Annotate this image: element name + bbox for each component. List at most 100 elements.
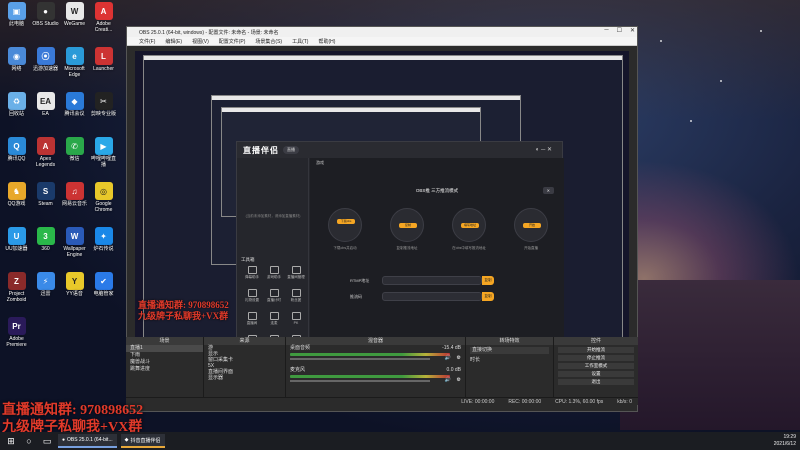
desktop-icon[interactable]: U UU加速器	[2, 227, 31, 252]
stream-field-input[interactable]	[382, 276, 482, 285]
desktop-icon[interactable]: ✦ 炉石传说	[89, 227, 118, 252]
speaker-icon[interactable]: 🔊	[445, 377, 451, 383]
desktop-icon[interactable]: ▶ 哔哩哔哩直播	[89, 137, 118, 168]
desktop-icon[interactable]: ● OBS Studio	[31, 2, 60, 27]
control-button[interactable]: 退出	[558, 379, 634, 385]
desktop-icon[interactable]: ♫ 网易云音乐	[60, 182, 89, 207]
menu-item[interactable]: 文件(F)	[139, 38, 155, 45]
speaker-icon[interactable]: 🔊	[445, 355, 451, 361]
mixer-channel-db: -15.4 dB	[442, 345, 461, 351]
maximize-icon[interactable]: ☐	[617, 27, 622, 34]
desktop-icon-label: WeGame	[63, 21, 86, 27]
desktop-icon[interactable]: ✂ 剪映专业版	[89, 92, 118, 117]
toolbox-item[interactable]: 游戏助手	[263, 266, 285, 280]
desktop-icon[interactable]: ◎ Google Chrome	[89, 182, 118, 213]
desktop-icon-label: Microsoft Edge	[64, 66, 85, 78]
desktop-icon[interactable]: W Wallpaper Engine	[60, 227, 89, 258]
desktop-icon-image: ♻	[7, 92, 26, 110]
desktop-icon[interactable]: EA EA	[31, 92, 60, 117]
volume-slider[interactable]	[290, 358, 430, 360]
volume-slider[interactable]	[290, 380, 430, 382]
source-item[interactable]: 显示器	[204, 375, 285, 381]
setup-step-button[interactable]: 下载obs	[337, 219, 355, 224]
desktop-icon[interactable]: ⚡ 迅雷	[31, 272, 60, 297]
transition-select[interactable]: 直接切换	[470, 347, 549, 354]
desktop-icon[interactable]: e Microsoft Edge	[60, 47, 89, 78]
taskbar-app-obs[interactable]: ● OBS 25.0.1 (64-bit...	[58, 434, 117, 448]
toolbox-item[interactable]: 直播间	[241, 312, 263, 326]
toolbox-item[interactable]: 直播间管理	[285, 266, 307, 280]
minimize-icon[interactable]: ─	[604, 27, 608, 34]
desktop-icon[interactable]: W WeGame	[60, 2, 89, 27]
toolbox-item[interactable]: 弹幕助手	[241, 266, 263, 280]
gear-icon[interactable]: ⚙	[457, 377, 461, 383]
desktop-icon-image: ◆	[65, 92, 84, 110]
scene-item[interactable]: 直播1	[126, 345, 203, 352]
obs-menubar: 文件(F) 编辑(E) 视图(V) 配置文件(P) 场景集合(S) 工具(T) 帮助(H)	[127, 37, 637, 46]
gear-icon[interactable]: ⚙	[457, 355, 461, 361]
start-windows-icon[interactable]: ⊞	[4, 434, 18, 448]
desktop-icon-image: ◎	[94, 182, 113, 200]
control-button[interactable]: 设置	[558, 371, 634, 377]
scene-item[interactable]: 魔兽战斗	[126, 359, 203, 366]
desktop-icon[interactable]: A Apex Legends	[31, 137, 60, 168]
desktop-icon[interactable]: ✆ 微信	[60, 137, 89, 162]
toolbox-item[interactable]: 礼物设置	[241, 289, 263, 303]
desktop-icon[interactable]: Y YY语音	[60, 272, 89, 297]
scene-item[interactable]: 跳舞进度	[126, 366, 203, 373]
desktop-icon-label: Wallpaper Engine	[63, 246, 86, 258]
desktop-icon[interactable]: ♞ QQ游戏	[2, 182, 31, 207]
desktop-icon[interactable]: Q 腾讯QQ	[2, 137, 31, 162]
avatar[interactable]: ◐	[536, 147, 540, 153]
close-icon[interactable]: ✕	[547, 147, 552, 153]
desktop-icon[interactable]: S Steam	[31, 182, 60, 207]
toolbox-item[interactable]: 连麦	[263, 312, 285, 326]
menu-item[interactable]: 视图(V)	[192, 38, 209, 45]
desktop-icon[interactable]: 3 360	[31, 227, 60, 252]
task-view-icon[interactable]: ▭	[40, 434, 54, 448]
stream-field-input[interactable]	[382, 292, 482, 301]
search-icon[interactable]: ○	[22, 434, 36, 448]
desktop-icon[interactable]: L Launcher	[89, 47, 118, 72]
desktop-icon[interactable]: ◉ 网络	[2, 47, 31, 72]
setup-step-button[interactable]: 复制	[399, 223, 417, 228]
obs-titlebar[interactable]: OBS 25.0.1 (64-bit, windows) - 配置文件: 未命名…	[127, 27, 637, 37]
desktop-icon[interactable]: A Adobe Creati...	[89, 2, 118, 33]
control-button[interactable]: 工作室模式	[558, 363, 634, 369]
desktop-icon[interactable]: ▣ 此电脑	[2, 2, 31, 27]
live-tab-game[interactable]: 游戏	[316, 160, 324, 166]
close-icon[interactable]: ✕	[630, 27, 635, 34]
system-tray[interactable]: 19:29 2021/6/12	[774, 434, 796, 448]
wallpaper-star	[720, 80, 722, 82]
desktop-icon-label: Adobe Creati...	[94, 21, 113, 33]
menu-item[interactable]: 帮助(H)	[318, 38, 335, 45]
copy-button[interactable]: 复制	[482, 292, 494, 301]
tool-label: 游戏助手	[267, 275, 281, 279]
desktop-icon[interactable]: ✔ 电脑管家	[89, 272, 118, 297]
desktop-icon[interactable]: Pr Adobe Premiere	[2, 317, 31, 348]
exit-mode-button[interactable]: ✕	[542, 187, 554, 194]
tool-label: 直播间	[246, 321, 258, 325]
toolbox-item[interactable]: PK	[285, 312, 307, 326]
scene-item[interactable]: 下雨	[126, 352, 203, 359]
desktop-icon[interactable]: ♻ 回收站	[2, 92, 31, 117]
desktop-icon[interactable]: ◆ 腾讯会议	[60, 92, 89, 117]
taskbar-app-live[interactable]: ◆ 抖音直播伴侣	[120, 434, 165, 448]
setup-step-button[interactable]: 填写地址	[461, 223, 479, 228]
mixer-dock: 混音器 桌面音频 -15.4 dB 🔊 ⚙ 麦克风 0.0 dB 🔊 ⚙	[286, 337, 466, 397]
toolbox-item[interactable]: 直播计时	[263, 289, 285, 303]
control-button[interactable]: 开始推流	[558, 347, 634, 353]
control-button[interactable]: 停止推流	[558, 355, 634, 361]
copy-button[interactable]: 复制	[482, 276, 494, 285]
menu-item[interactable]: 场景集合(S)	[255, 38, 282, 45]
setup-step-button[interactable]: 开始	[523, 223, 541, 228]
toolbox-item[interactable]: 粉丝团	[285, 289, 307, 303]
minimize-icon[interactable]: ─	[541, 147, 545, 153]
live-tab-stream[interactable]: 直播	[283, 146, 299, 154]
desktop-icon[interactable]: Z Project Zomboid	[2, 272, 31, 303]
sources-dock-title: 来源	[204, 337, 285, 345]
menu-item[interactable]: 编辑(E)	[165, 38, 182, 45]
menu-item[interactable]: 配置文件(P)	[219, 38, 246, 45]
menu-item[interactable]: 工具(T)	[292, 38, 308, 45]
desktop-icon[interactable]: ⦿ 迅游加速器	[31, 47, 60, 72]
